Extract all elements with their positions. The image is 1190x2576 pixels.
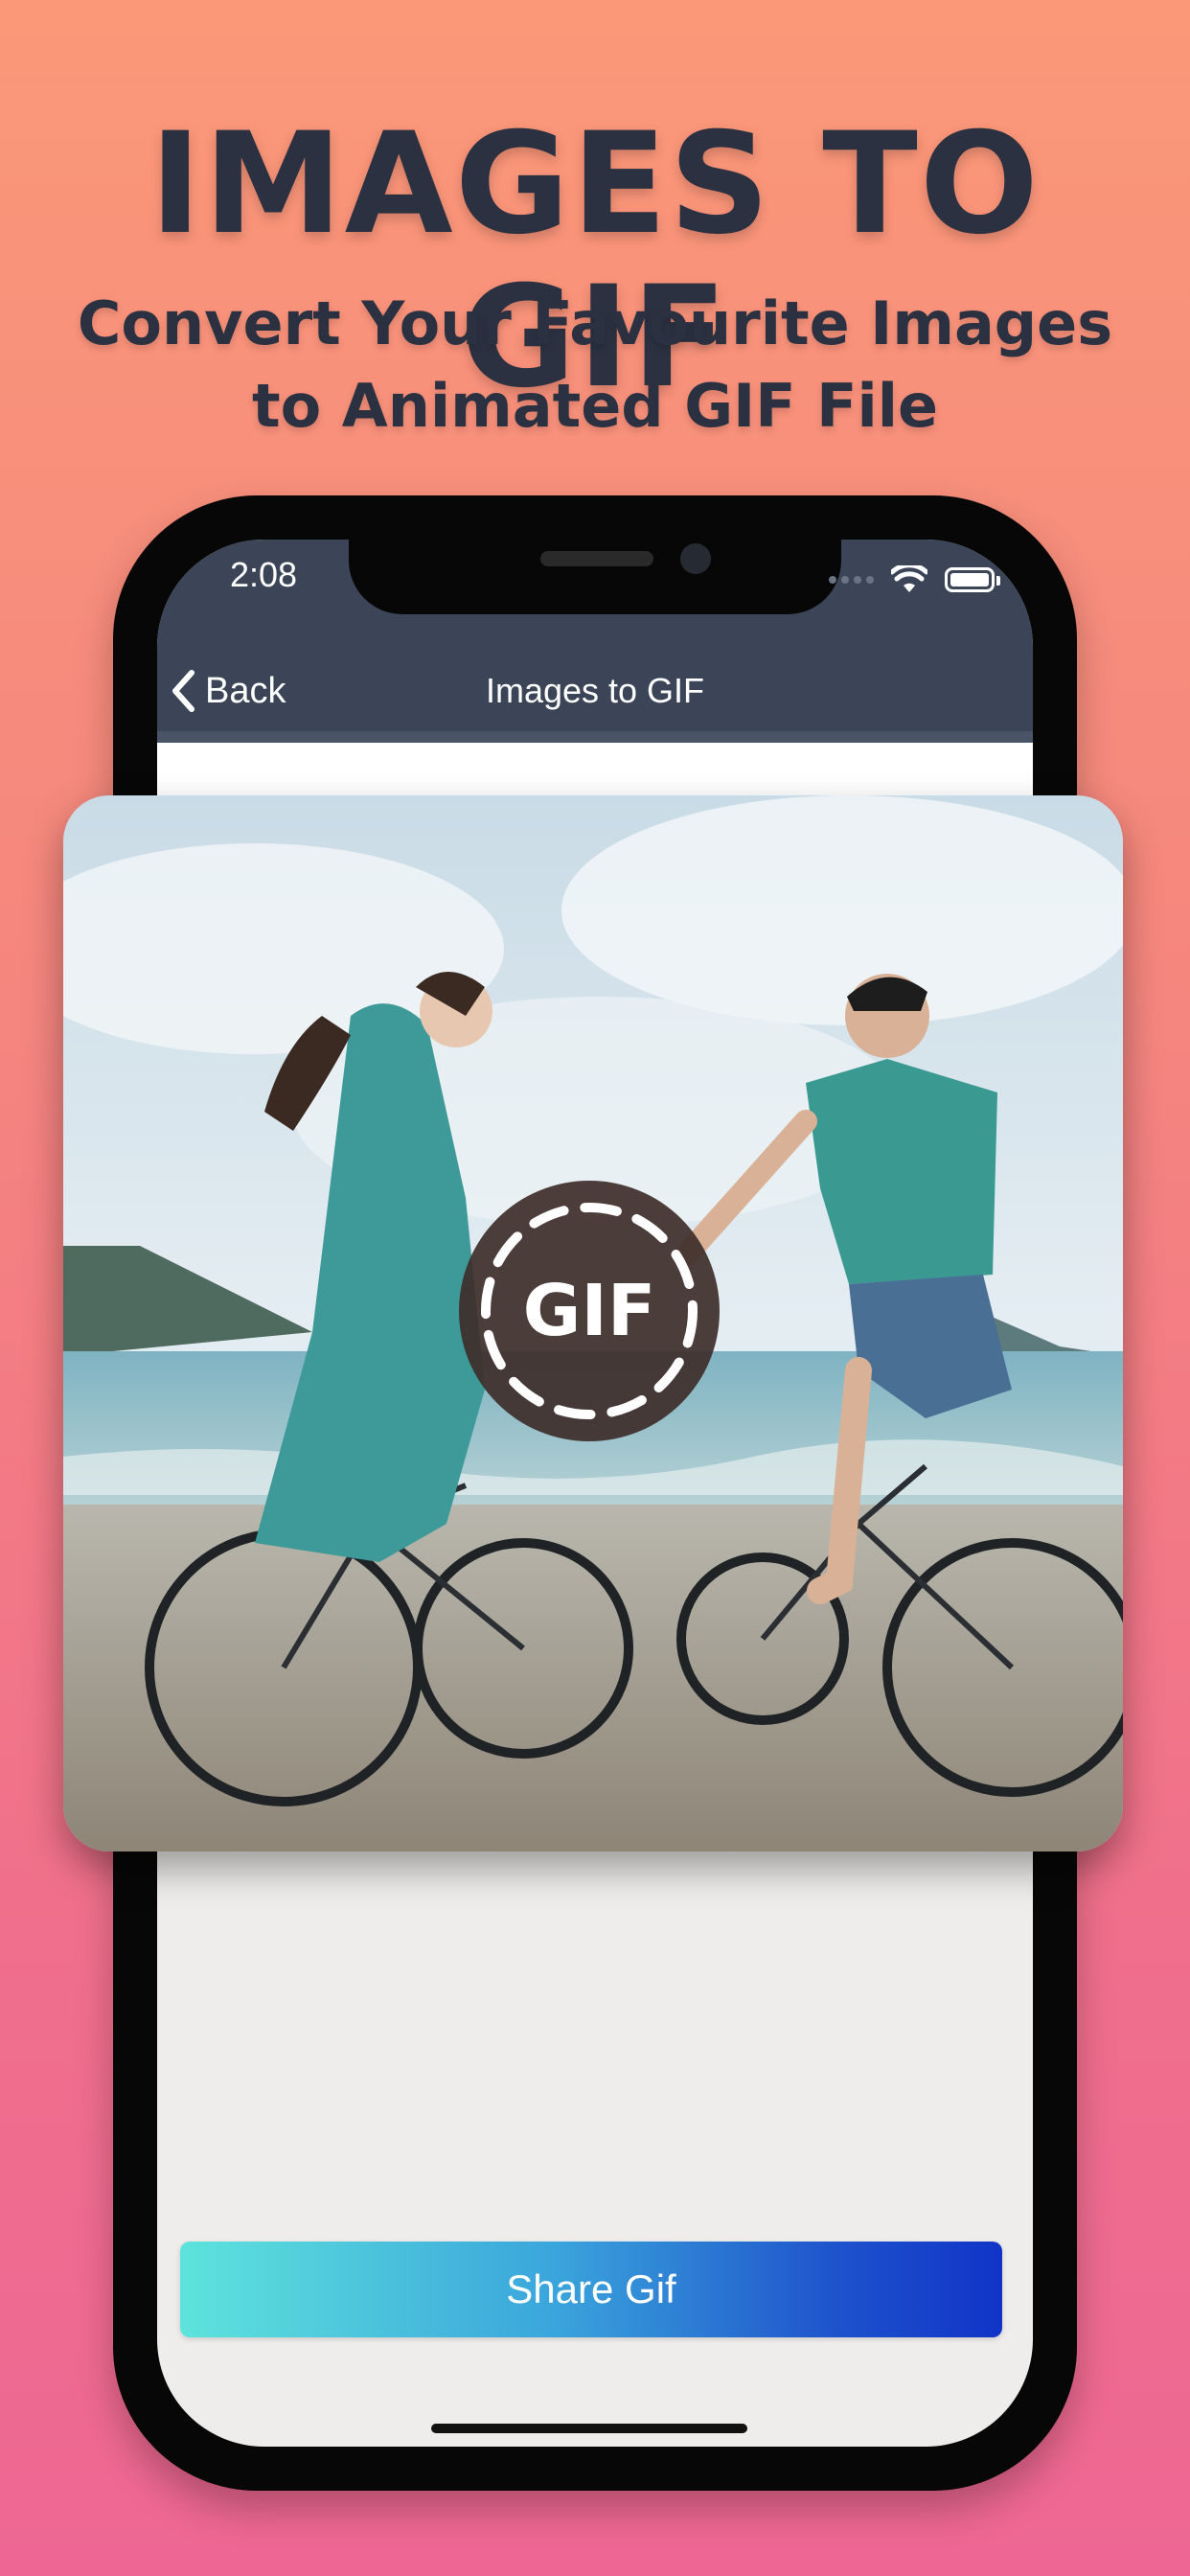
wifi-icon — [891, 565, 927, 592]
share-gif-button[interactable]: Share Gif — [180, 2242, 1002, 2337]
cellular-signal-icon — [829, 576, 874, 584]
battery-icon — [945, 567, 1000, 592]
navigation-bar: 2:08 Back Images to GIF — [157, 540, 1033, 731]
home-indicator[interactable] — [431, 2424, 747, 2433]
gif-badge-label: GIF — [522, 1270, 656, 1352]
promo-subheadline: Convert Your Favourite Images to Animate… — [0, 283, 1190, 448]
nav-title: Images to GIF — [485, 671, 705, 710]
navbar-bottom-strip — [157, 731, 1033, 743]
earpiece-speaker — [540, 551, 653, 566]
notch — [349, 540, 841, 614]
subheadline-line-1: Convert Your Favourite Images — [77, 288, 1113, 358]
status-icons — [829, 561, 1000, 599]
front-camera — [680, 543, 711, 574]
status-time: 2:08 — [230, 555, 298, 594]
subheadline-line-2: to Animated GIF File — [251, 371, 939, 441]
gif-badge: GIF — [459, 1181, 720, 1441]
